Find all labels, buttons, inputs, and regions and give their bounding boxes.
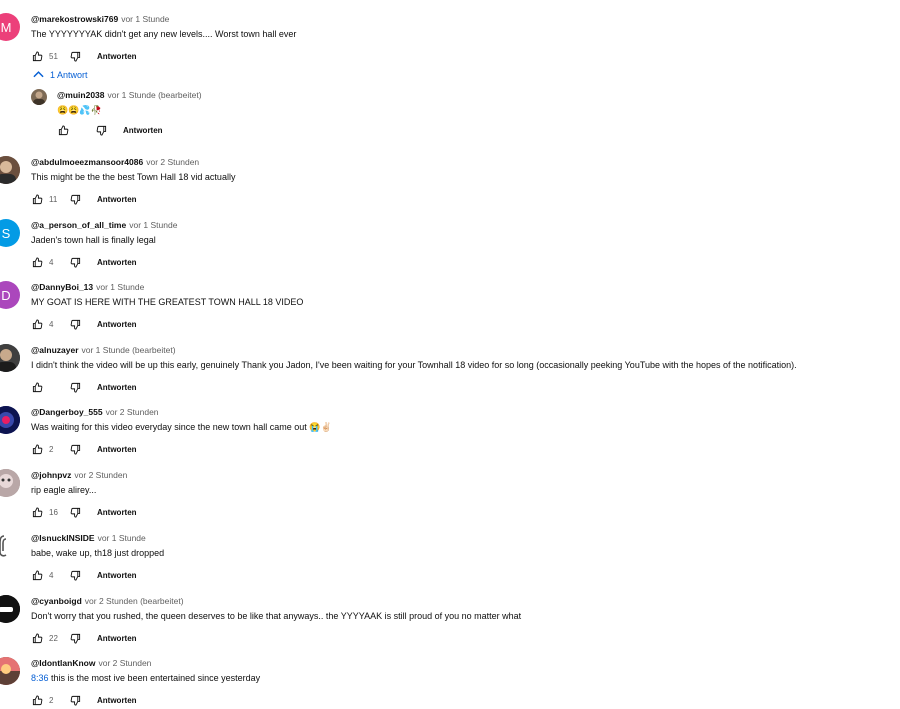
thumbs-down-icon[interactable] xyxy=(69,506,81,518)
comment-author[interactable]: @DannyBoi_13 xyxy=(31,282,93,292)
comment-text: I didn't think the video will be up this… xyxy=(31,360,797,370)
thumbs-down-icon[interactable] xyxy=(69,381,81,393)
thumbs-down-icon[interactable] xyxy=(95,124,107,136)
like-count: 2 xyxy=(49,695,54,705)
reply-button[interactable]: Antworten xyxy=(97,52,137,61)
comment-text-body: this is the most ive been entertained si… xyxy=(48,673,261,683)
like-count: 4 xyxy=(49,319,54,329)
avatar[interactable]: D xyxy=(0,281,20,309)
thumbs-down-icon[interactable] xyxy=(69,50,81,62)
comment-text: Don't worry that you rushed, the queen d… xyxy=(31,611,522,621)
reply-button[interactable]: Antworten xyxy=(97,258,137,267)
like-count: 22 xyxy=(49,633,58,643)
thumbs-down-icon[interactable] xyxy=(69,256,81,268)
comment-author[interactable]: @Dangerboy_555 xyxy=(31,407,103,417)
comment-author[interactable]: @IsnuckINSIDE xyxy=(31,533,95,543)
like-count: 51 xyxy=(49,51,58,61)
comment-time[interactable]: vor 2 Stunden xyxy=(98,658,151,668)
like-count: 4 xyxy=(49,570,54,580)
thumbs-up-icon[interactable] xyxy=(31,318,43,330)
comment-text: babe, wake up, th18 just dropped xyxy=(31,548,165,558)
comment-text: 8:36 this is the most ive been entertain… xyxy=(31,672,890,685)
thumbs-down-icon[interactable] xyxy=(69,193,81,205)
like-count: 11 xyxy=(49,194,58,204)
avatar[interactable] xyxy=(31,89,47,105)
comment-text: Was waiting for this video everyday sinc… xyxy=(31,422,332,432)
thumbs-up-icon[interactable] xyxy=(31,694,43,706)
chevron-up-icon xyxy=(33,70,44,80)
reply-button[interactable]: Antworten xyxy=(97,634,137,643)
avatar[interactable] xyxy=(0,595,20,623)
reply-button[interactable]: Antworten xyxy=(97,508,137,517)
comment-author[interactable]: @muin2038 xyxy=(57,90,105,100)
avatar[interactable]: M xyxy=(0,13,20,41)
comment-time[interactable]: vor 1 Stunde (bearbeitet) xyxy=(82,345,176,355)
reply-button[interactable]: Antworten xyxy=(97,320,137,329)
avatar-letter: D xyxy=(1,287,11,303)
thumbs-up-icon[interactable] xyxy=(31,569,43,581)
replies-toggle-button[interactable]: 1 Antwort xyxy=(33,70,88,80)
comment-text: The YYYYYYYAK didn't get any new levels.… xyxy=(31,29,297,39)
comment-time[interactable]: vor 2 Stunden xyxy=(106,407,159,417)
replies-count-label: 1 Antwort xyxy=(50,70,88,80)
thumbs-up-icon[interactable] xyxy=(31,50,43,62)
comment-time[interactable]: vor 1 Stunde xyxy=(129,220,177,230)
reply-button[interactable]: Antworten xyxy=(97,195,137,204)
comment-author[interactable]: @cyanboigd xyxy=(31,596,82,606)
thumbs-down-icon[interactable] xyxy=(69,569,81,581)
comment-time[interactable]: vor 2 Stunden xyxy=(74,470,127,480)
reply-button[interactable]: Antworten xyxy=(97,571,137,580)
thumbs-up-icon[interactable] xyxy=(31,381,43,393)
thumbs-down-icon[interactable] xyxy=(69,318,81,330)
reply-button[interactable]: Antworten xyxy=(97,383,137,392)
avatar-letter: M xyxy=(0,19,12,35)
avatar[interactable] xyxy=(0,657,20,685)
avatar[interactable] xyxy=(0,156,20,184)
thumbs-down-icon[interactable] xyxy=(69,443,81,455)
comment-author[interactable]: @johnpvz xyxy=(31,470,71,480)
thumbs-down-icon[interactable] xyxy=(69,632,81,644)
comment-time[interactable]: vor 1 Stunde xyxy=(98,533,146,543)
comment-text: This might be the the best Town Hall 18 … xyxy=(31,172,236,182)
comment-text: 😩😩💦🥀 xyxy=(57,105,102,115)
reply-button[interactable]: Antworten xyxy=(123,126,163,135)
comment-author[interactable]: @IdontlanKnow xyxy=(31,658,95,668)
comment-text: rip eagle alirey... xyxy=(31,485,97,495)
avatar[interactable] xyxy=(0,406,20,434)
reply-button[interactable]: Antworten xyxy=(97,445,137,454)
thumbs-up-icon[interactable] xyxy=(31,506,43,518)
thumbs-up-icon[interactable] xyxy=(31,632,43,644)
comment-author[interactable]: @abdulmoeezmansoor4086 xyxy=(31,157,143,167)
comment-time[interactable]: vor 1 Stunde xyxy=(96,282,144,292)
avatar[interactable]: S xyxy=(0,219,20,247)
avatar[interactable] xyxy=(0,469,20,497)
comment-time[interactable]: vor 1 Stunde xyxy=(121,14,169,24)
like-count: 16 xyxy=(49,507,58,517)
comment-time[interactable]: vor 1 Stunde (bearbeitet) xyxy=(108,90,202,100)
comment-author[interactable]: @a_person_of_all_time xyxy=(31,220,126,230)
comment-time[interactable]: vor 2 Stunden (bearbeitet) xyxy=(85,596,184,606)
comment-text: MY GOAT IS HERE WITH THE GREATEST TOWN H… xyxy=(31,297,304,307)
comment-text: Jaden's town hall is finally legal xyxy=(31,235,156,245)
reply-button[interactable]: Antworten xyxy=(97,696,137,705)
thumbs-up-icon[interactable] xyxy=(31,256,43,268)
like-count: 4 xyxy=(49,257,54,267)
like-count: 2 xyxy=(49,444,54,454)
avatar[interactable] xyxy=(0,532,20,560)
comment-time[interactable]: vor 2 Stunden xyxy=(146,157,199,167)
thumbs-down-icon[interactable] xyxy=(69,694,81,706)
thumbs-up-icon[interactable] xyxy=(57,124,69,136)
avatar-letter: S xyxy=(1,225,11,241)
comment-author[interactable]: @alnuzayer xyxy=(31,345,79,355)
comment-author[interactable]: @marekostrowski769 xyxy=(31,14,118,24)
thumbs-up-icon[interactable] xyxy=(31,193,43,205)
timestamp-link[interactable]: 8:36 xyxy=(31,673,49,683)
thumbs-up-icon[interactable] xyxy=(31,443,43,455)
avatar[interactable] xyxy=(0,344,20,372)
